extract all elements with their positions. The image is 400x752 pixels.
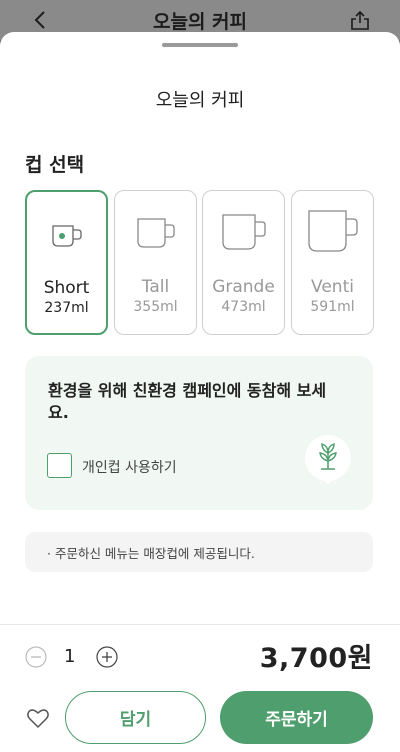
cup-icon — [292, 207, 373, 255]
cup-name: Tall — [141, 277, 170, 297]
cup-volume: 237ml — [44, 300, 89, 316]
share-icon[interactable] — [348, 8, 372, 32]
cup-options: Short 237ml Tall 355ml Grande 473ml Vent… — [25, 190, 375, 335]
cup-name: Venti — [311, 277, 354, 297]
sheet-grabber[interactable] — [162, 43, 238, 47]
quantity-value: 1 — [64, 646, 76, 667]
notice-box: · 주문하신 메뉴는 매장컵에 제공됩니다. — [25, 532, 373, 572]
cup-option-venti[interactable]: Venti 591ml — [291, 190, 374, 335]
cup-option-short[interactable]: Short 237ml — [25, 190, 108, 335]
cup-volume: 355ml — [133, 299, 178, 315]
order-button[interactable]: 주문하기 — [220, 691, 373, 744]
divider — [0, 624, 400, 625]
page-title: 오늘의 커피 — [152, 11, 247, 33]
personal-cup-checkbox[interactable] — [47, 453, 72, 478]
cup-icon — [203, 211, 284, 253]
notice-text: · 주문하신 메뉴는 매장컵에 제공됩니다. — [47, 546, 255, 561]
sheet-title: 오늘의 커피 — [155, 90, 245, 111]
cup-volume: 473ml — [221, 299, 266, 315]
cup-section-title: 컵 선택 — [25, 154, 85, 176]
cup-icon — [27, 222, 106, 250]
add-to-cart-button[interactable]: 담기 — [65, 691, 206, 744]
heart-icon[interactable] — [26, 707, 50, 729]
cup-name: Grande — [212, 277, 275, 297]
cup-volume: 591ml — [310, 299, 355, 315]
cup-option-grande[interactable]: Grande 473ml — [202, 190, 285, 335]
cup-icon — [115, 215, 196, 251]
cup-option-tall[interactable]: Tall 355ml — [114, 190, 197, 335]
plant-icon — [304, 435, 351, 485]
bottom-sheet: 오늘의 커피 컵 선택 Short 237ml Tall 355ml Grand… — [0, 32, 400, 752]
plus-icon[interactable] — [96, 646, 118, 668]
eco-message: 환경을 위해 친환경 캠페인에 동참해 보세요. — [48, 381, 327, 422]
eco-campaign-panel: 환경을 위해 친환경 캠페인에 동참해 보세요. 개인컵 사용하기 — [25, 356, 373, 510]
personal-cup-label[interactable]: 개인컵 사용하기 — [82, 457, 177, 477]
minus-icon[interactable] — [25, 646, 47, 668]
total-price: 3,700원 — [259, 643, 373, 674]
cup-name: Short — [43, 278, 90, 298]
